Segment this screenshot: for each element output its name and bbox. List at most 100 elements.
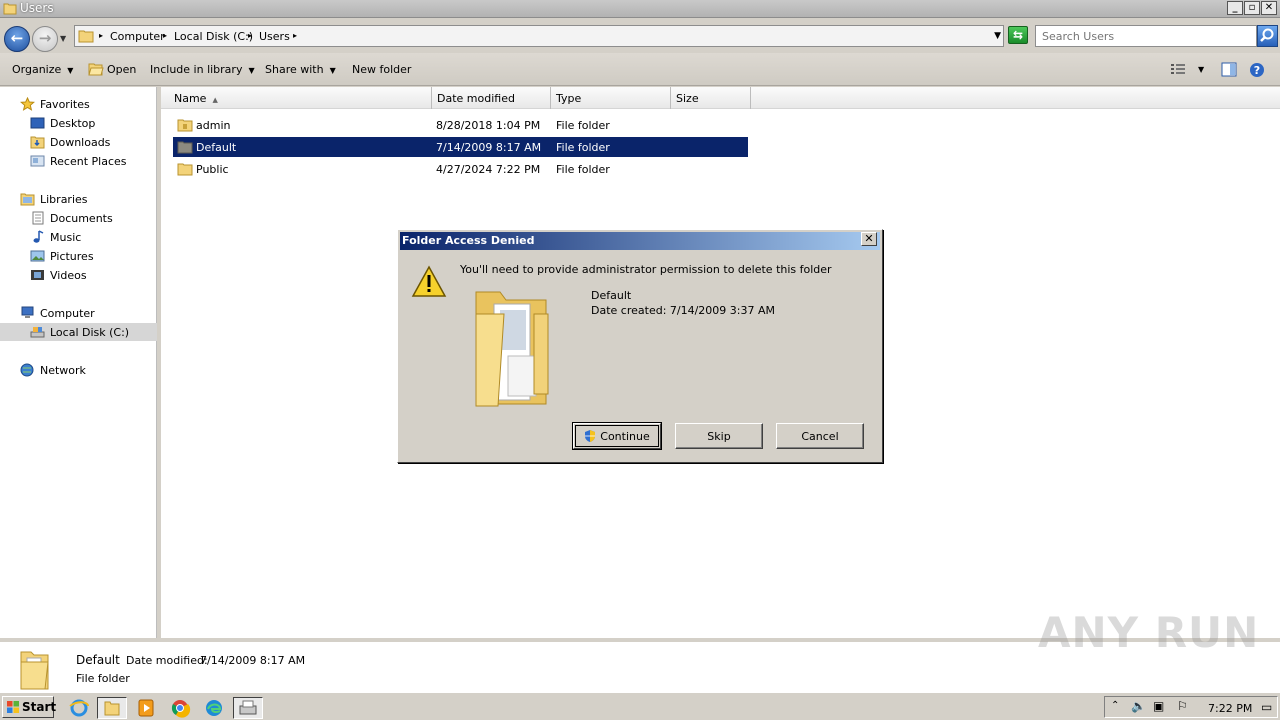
column-type-label: Type: [556, 92, 582, 105]
skip-label: Skip: [707, 430, 731, 443]
open-button[interactable]: Open: [107, 63, 136, 76]
taskbar-media-player[interactable]: [131, 697, 161, 719]
help-icon[interactable]: ?: [1249, 62, 1265, 78]
nav-network[interactable]: Network: [0, 361, 157, 379]
file-row-admin[interactable]: admin 8/28/2018 1:04 PM File folder: [173, 115, 748, 135]
open-folder-icon: [88, 63, 104, 76]
action-center-flag-icon[interactable]: ⚐: [1177, 699, 1188, 713]
taskbar-edge[interactable]: [199, 697, 229, 719]
preview-pane-icon[interactable]: [1221, 62, 1237, 77]
continue-button[interactable]: Continue: [573, 423, 661, 449]
recent-places-icon: [30, 155, 45, 167]
recent-pages-button[interactable]: ▼: [60, 34, 66, 43]
show-desktop-icon[interactable]: ▭: [1261, 700, 1272, 714]
file-name: Public: [196, 163, 229, 176]
cancel-button[interactable]: Cancel: [776, 423, 864, 449]
minimize-button[interactable]: _: [1227, 1, 1243, 15]
new-folder-button[interactable]: New folder: [352, 63, 411, 76]
breadcrumb-separator[interactable]: ▸: [163, 31, 167, 40]
breadcrumb-users[interactable]: Users: [259, 30, 290, 43]
taskbar-dialog-window[interactable]: [233, 697, 263, 719]
clock[interactable]: 7:22 PM: [1208, 702, 1252, 715]
printer-icon: [239, 700, 257, 715]
nav-favorites[interactable]: Favorites: [0, 95, 157, 113]
back-button[interactable]: ←: [4, 26, 30, 52]
refresh-icon: ⇆: [1012, 28, 1024, 42]
nav-downloads[interactable]: Downloads: [0, 133, 157, 151]
star-icon: [20, 97, 35, 111]
address-bar[interactable]: ▸ Computer ▸ Local Disk (C:) ▸ Users ▸ ▼: [74, 25, 1004, 47]
dialog-close-button[interactable]: ✕: [861, 232, 877, 246]
dialog-item-name: Default: [591, 289, 632, 302]
column-size[interactable]: Size: [671, 87, 751, 109]
show-hidden-icons-button[interactable]: ⌃: [1111, 700, 1119, 711]
forward-arrow-icon: →: [38, 29, 52, 47]
navigation-pane: Favorites Desktop Downloads Recent Place…: [0, 87, 157, 638]
file-row-default[interactable]: Default 7/14/2009 8:17 AM File folder: [173, 137, 748, 157]
nav-music-label: Music: [50, 231, 82, 244]
file-row-public[interactable]: Public 4/27/2024 7:22 PM File folder: [173, 159, 748, 179]
file-name: Default: [196, 141, 237, 154]
nav-favorites-label: Favorites: [40, 98, 90, 111]
nav-desktop[interactable]: Desktop: [0, 114, 157, 132]
search-box[interactable]: [1035, 25, 1257, 47]
nav-computer[interactable]: Computer: [0, 304, 157, 322]
dialog-title-bar: Folder Access Denied: [400, 232, 880, 250]
nav-libraries-label: Libraries: [40, 193, 88, 206]
close-window-button[interactable]: ✕: [1261, 1, 1277, 15]
pictures-icon: [30, 250, 45, 262]
breadcrumb-separator[interactable]: ▸: [248, 31, 252, 40]
svg-text:?: ?: [1254, 64, 1260, 77]
window-title: Users: [20, 1, 54, 15]
view-dropdown-icon[interactable]: ▼: [1198, 65, 1204, 74]
nav-documents[interactable]: Documents: [0, 209, 157, 227]
nav-videos[interactable]: Videos: [0, 266, 157, 284]
forward-button[interactable]: →: [32, 26, 58, 52]
chevron-down-icon: ▼: [248, 66, 255, 75]
search-icon: [1260, 28, 1274, 42]
column-type[interactable]: Type: [551, 87, 671, 109]
nav-videos-label: Videos: [50, 269, 87, 282]
taskbar-chrome[interactable]: [165, 697, 195, 719]
start-button[interactable]: Start: [2, 696, 56, 718]
include-in-library-button[interactable]: Include in library ▼: [150, 63, 255, 76]
share-with-button[interactable]: Share with ▼: [265, 63, 336, 76]
folder-icon: [177, 141, 193, 154]
search-button[interactable]: [1257, 25, 1278, 47]
breadcrumb-computer[interactable]: Computer: [110, 30, 165, 43]
breadcrumb-separator[interactable]: ▸: [99, 31, 103, 40]
videos-icon: [31, 270, 44, 280]
nav-music[interactable]: Music: [0, 228, 157, 246]
restore-button[interactable]: ▫: [1244, 1, 1260, 15]
column-name-label: Name: [174, 92, 207, 105]
folder-icon: [104, 701, 120, 716]
search-input[interactable]: [1036, 26, 1256, 46]
column-name[interactable]: Name ▲: [169, 87, 432, 109]
refresh-button[interactable]: ⇆: [1008, 26, 1028, 44]
address-dropdown-button[interactable]: ▼: [994, 31, 1001, 41]
file-type: File folder: [556, 163, 610, 176]
network-tray-icon[interactable]: ▣: [1153, 699, 1164, 713]
volume-icon[interactable]: 🔈: [1131, 699, 1146, 713]
continue-label: Continue: [600, 430, 650, 443]
chevron-down-icon: ▼: [67, 66, 74, 75]
network-icon: [20, 363, 34, 377]
details-date-label: Date modified:: [126, 654, 208, 667]
nav-libraries[interactable]: Libraries: [0, 190, 157, 208]
folder-icon: [177, 119, 193, 132]
organize-button[interactable]: Organize ▼: [12, 63, 73, 76]
column-date-modified[interactable]: Date modified: [432, 87, 551, 109]
nav-recent-places[interactable]: Recent Places: [0, 152, 157, 170]
command-bar: Organize ▼ Open Include in library ▼ Share…: [0, 53, 1280, 86]
drive-icon: [30, 327, 45, 338]
nav-pictures[interactable]: Pictures: [0, 247, 157, 265]
breadcrumb-local-disk[interactable]: Local Disk (C:): [174, 30, 253, 43]
skip-button[interactable]: Skip: [675, 423, 763, 449]
file-name: admin: [196, 119, 231, 132]
nav-local-disk[interactable]: Local Disk (C:): [0, 323, 157, 341]
taskbar-ie[interactable]: [64, 697, 94, 719]
breadcrumb-separator[interactable]: ▸: [293, 31, 297, 40]
file-date: 7/14/2009 8:17 AM: [436, 141, 542, 154]
taskbar-explorer[interactable]: [97, 697, 127, 719]
view-options-icon[interactable]: [1170, 62, 1186, 76]
